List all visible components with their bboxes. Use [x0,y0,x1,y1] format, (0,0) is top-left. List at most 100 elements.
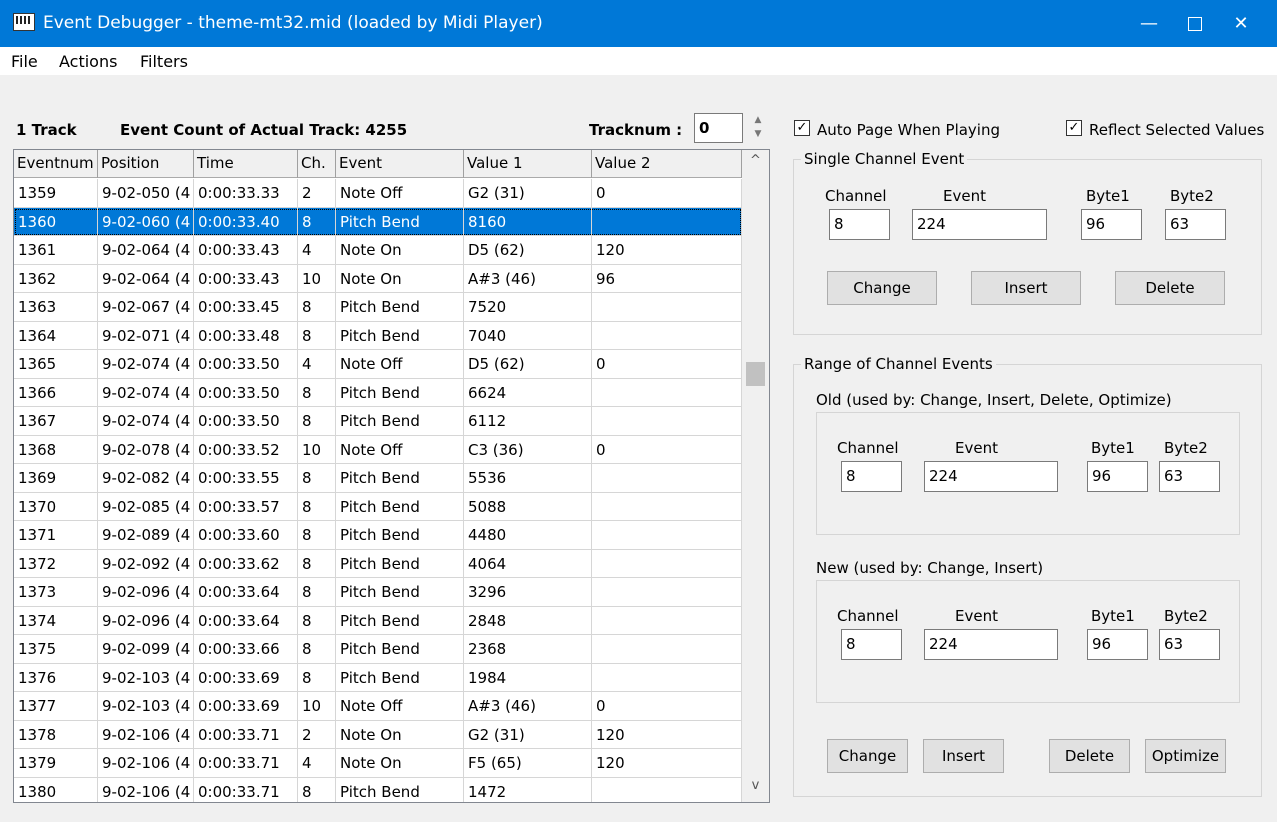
tracknum-spinner[interactable]: ▲ ▼ [747,113,769,143]
reflect-values-checkbox[interactable]: ✓ [1066,120,1082,136]
table-row[interactable]: 1373 9-02-096 (4 0:00:33.64 8 Pitch Bend 3296 [14,578,742,607]
table-cell: 0:00:33.69 [194,663,298,691]
table-cell: 8 [298,663,336,691]
table-cell: 9-02-089 (4 [98,521,194,549]
table-cell: C3 (36) [464,435,592,463]
table-row[interactable]: 1360 9-02-060 (4 0:00:33.40 8 Pitch Bend 8160 [14,207,742,236]
maximize-button[interactable] [1172,0,1218,47]
table-cell: Pitch Bend [336,578,464,606]
table-cell: 9-02-074 (4 [98,378,194,406]
auto-page-checkbox[interactable]: ✓ [794,120,810,136]
column-header[interactable]: Value 2 [592,150,742,178]
menu-filters[interactable]: Filters [140,52,188,71]
table-cell: Note Off [336,179,464,207]
table-cell: 0 [592,692,742,720]
single-event-input[interactable]: 224 [912,209,1047,240]
new-byte1-input[interactable]: 96 [1087,629,1148,660]
table-cell: 0:00:33.57 [194,492,298,520]
old-event-input[interactable]: 224 [924,461,1058,492]
single-byte1-input[interactable]: 96 [1081,209,1142,240]
scroll-down-icon[interactable]: v [742,778,769,802]
range-change-button[interactable]: Change [827,739,908,773]
table-row[interactable]: 1378 9-02-106 (4 0:00:33.71 2 Note On G2 (31)… [14,720,742,749]
table-cell: 0:00:33.52 [194,435,298,463]
table-cell: 10 [298,264,336,292]
table-cell [592,521,742,549]
table-cell: 1372 [14,549,98,577]
new-channel-input[interactable]: 8 [841,629,902,660]
event-table[interactable]: Eventnum Position Time Ch. Event Value 1 Value… [13,149,770,803]
column-header[interactable]: Time [194,150,298,178]
table-row[interactable]: 1361 9-02-064 (4 0:00:33.43 4 Note On D5 (62)… [14,236,742,265]
table-row[interactable]: 1366 9-02-074 (4 0:00:33.50 8 Pitch Bend 6624 [14,378,742,407]
range-optimize-button[interactable]: Optimize [1145,739,1226,773]
table-row[interactable]: 1369 9-02-082 (4 0:00:33.55 8 Pitch Bend 5536 [14,464,742,493]
table-cell: 1376 [14,663,98,691]
single-byte2-input[interactable]: 63 [1165,209,1226,240]
table-row[interactable]: 1375 9-02-099 (4 0:00:33.66 8 Pitch Bend 2368 [14,635,742,664]
column-header[interactable]: Value 1 [464,150,592,178]
table-row[interactable]: 1364 9-02-071 (4 0:00:33.48 8 Pitch Bend 7040 [14,321,742,350]
single-change-button[interactable]: Change [827,271,937,305]
old-range-title: Old (used by: Change, Insert, Delete, Op… [816,391,1172,409]
scrollbar-thumb[interactable] [746,362,765,386]
table-cell: 1362 [14,264,98,292]
single-channel-input[interactable]: 8 [829,209,890,240]
column-header[interactable]: Eventnum [14,150,98,178]
scroll-up-icon[interactable]: ^ [742,153,769,177]
table-row[interactable]: 1374 9-02-096 (4 0:00:33.64 8 Pitch Bend 2848 [14,606,742,635]
table-cell: 120 [592,720,742,748]
table-cell: 2848 [464,606,592,634]
menu-actions[interactable]: Actions [59,52,117,71]
table-cell: Pitch Bend [336,635,464,663]
new-byte1-label: Byte1 [1091,607,1135,625]
table-cell: 1361 [14,236,98,264]
table-cell: A#3 (46) [464,692,592,720]
new-byte2-input[interactable]: 63 [1159,629,1220,660]
table-cell: Pitch Bend [336,777,464,802]
menu-file[interactable]: File [11,52,38,71]
table-row[interactable]: 1380 9-02-106 (4 0:00:33.71 8 Pitch Bend 1472 [14,777,742,802]
table-cell: 1363 [14,293,98,321]
table-row[interactable]: 1376 9-02-103 (4 0:00:33.69 8 Pitch Bend 1984 [14,663,742,692]
new-event-input[interactable]: 224 [924,629,1058,660]
table-row[interactable]: 1367 9-02-074 (4 0:00:33.50 8 Pitch Bend 6112 [14,407,742,436]
table-cell: 1364 [14,321,98,349]
table-cell: 9-02-071 (4 [98,321,194,349]
single-delete-button[interactable]: Delete [1115,271,1225,305]
single-insert-button[interactable]: Insert [971,271,1081,305]
table-row[interactable]: 1365 9-02-074 (4 0:00:33.50 4 Note Off D5 (62… [14,350,742,379]
auto-page-label[interactable]: Auto Page When Playing [817,121,1000,139]
table-row[interactable]: 1372 9-02-092 (4 0:00:33.62 8 Pitch Bend 4064 [14,549,742,578]
table-row[interactable]: 1370 9-02-085 (4 0:00:33.57 8 Pitch Bend 5088 [14,492,742,521]
column-header[interactable]: Position [98,150,194,178]
table-row[interactable]: 1363 9-02-067 (4 0:00:33.45 8 Pitch Bend 7520 [14,293,742,322]
table-row[interactable]: 1371 9-02-089 (4 0:00:33.60 8 Pitch Bend 4480 [14,521,742,550]
spin-up-icon[interactable]: ▲ [747,113,769,127]
old-channel-input[interactable]: 8 [841,461,902,492]
range-insert-button[interactable]: Insert [923,739,1004,773]
spin-down-icon[interactable]: ▼ [747,127,769,141]
table-row[interactable]: 1359 9-02-050 (4 0:00:33.33 2 Note Off G2 (31… [14,179,742,208]
minimize-button[interactable]: — [1126,0,1172,47]
table-cell: 1369 [14,464,98,492]
old-byte1-input[interactable]: 96 [1087,461,1148,492]
vertical-scrollbar[interactable]: ^ v [742,150,769,802]
table-cell: 5088 [464,492,592,520]
table-row[interactable]: 1368 9-02-078 (4 0:00:33.52 10 Note Off C3 (3… [14,435,742,464]
reflect-values-label[interactable]: Reflect Selected Values [1089,121,1264,139]
old-byte2-input[interactable]: 63 [1159,461,1220,492]
tracknum-input[interactable]: 0 [694,113,743,143]
range-delete-button[interactable]: Delete [1049,739,1130,773]
column-header[interactable]: Ch. [298,150,336,178]
table-cell: 1984 [464,663,592,691]
column-header[interactable]: Event [336,150,464,178]
table-cell: 0 [592,350,742,378]
table-cell: Pitch Bend [336,378,464,406]
table-row[interactable]: 1362 9-02-064 (4 0:00:33.43 10 Note On A#3 (4… [14,264,742,293]
table-row[interactable]: 1379 9-02-106 (4 0:00:33.71 4 Note On F5 (65)… [14,749,742,778]
table-row[interactable]: 1377 9-02-103 (4 0:00:33.69 10 Note Off A#3 (… [14,692,742,721]
table-cell: 1375 [14,635,98,663]
close-button[interactable]: ✕ [1218,0,1264,47]
table-cell: 1374 [14,606,98,634]
